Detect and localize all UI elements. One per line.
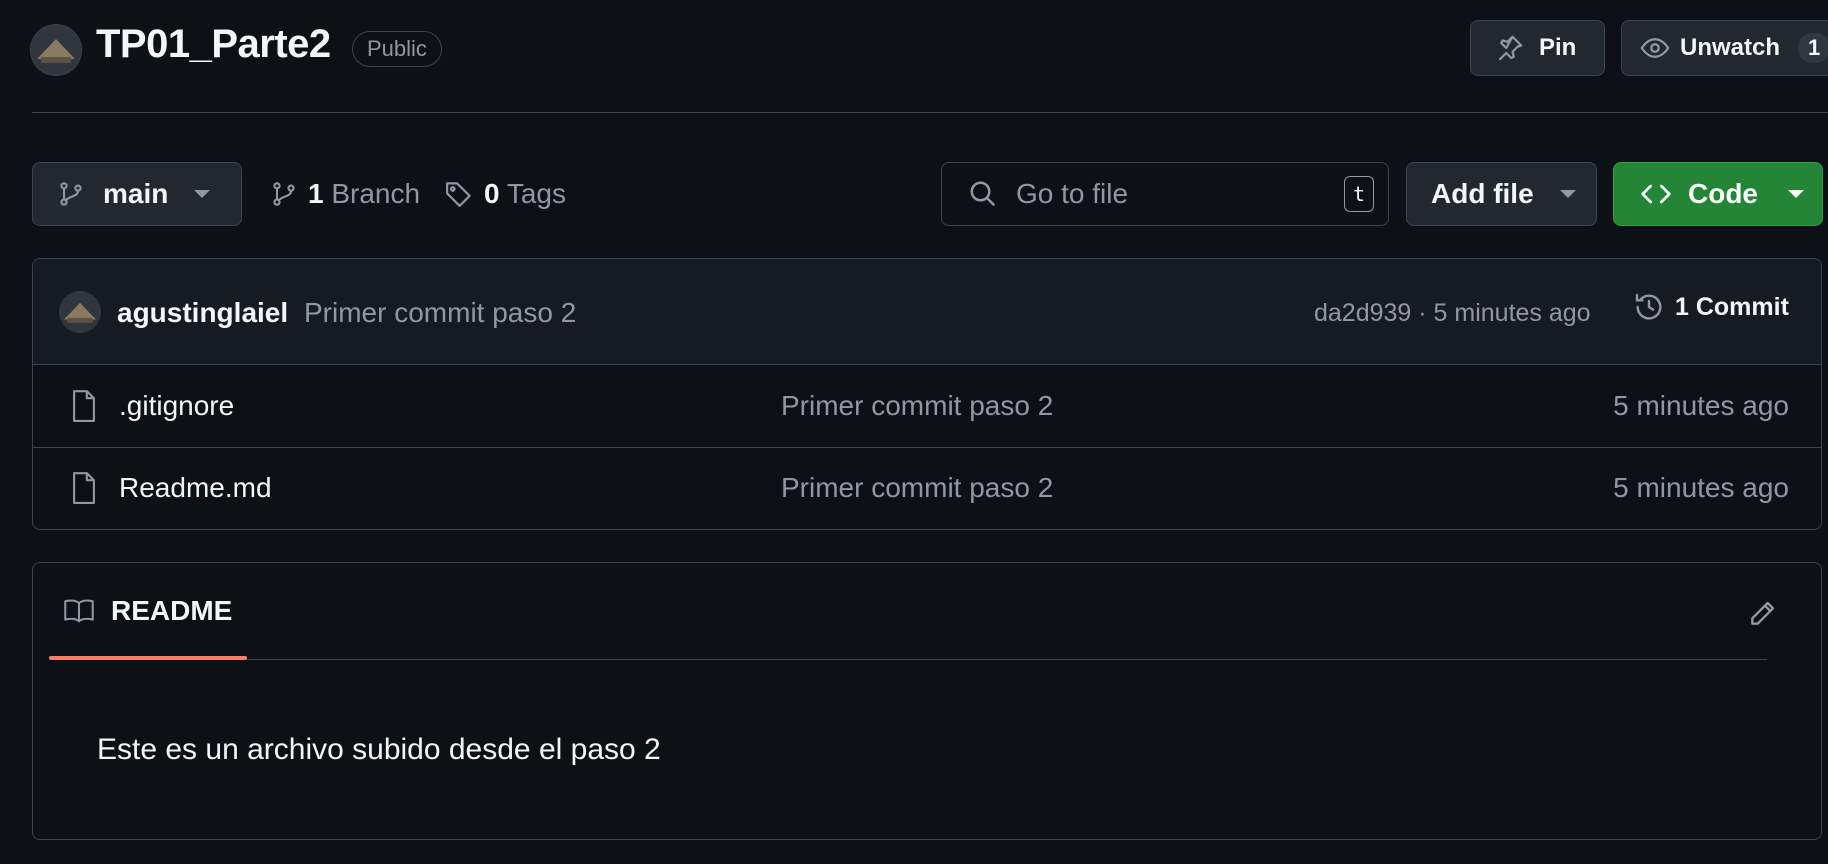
search-placeholder: Go to file <box>1016 178 1129 209</box>
history-icon <box>1633 291 1665 323</box>
code-icon <box>1640 178 1672 210</box>
branch-name: main <box>103 178 169 209</box>
commit-sha-time[interactable]: da2d939 · 5 minutes ago <box>1314 299 1591 328</box>
unwatch-button[interactable]: Unwatch 1 <box>1621 20 1828 76</box>
unwatch-label: Unwatch <box>1680 34 1781 61</box>
avatar-image <box>31 25 81 75</box>
readme-divider <box>247 659 1767 660</box>
file-icon <box>69 471 99 505</box>
commit-message[interactable]: Primer commit paso 2 <box>304 297 576 329</box>
latest-commit-bar: agustinglaiel Primer commit paso 2 da2d9… <box>33 259 1821 365</box>
pencil-icon[interactable] <box>1747 597 1779 629</box>
avatar-image <box>59 291 101 333</box>
branch-selector[interactable]: main <box>32 162 242 226</box>
repo-title[interactable]: TP01_Parte2 <box>96 22 331 67</box>
file-icon <box>69 389 99 423</box>
tab-readme[interactable]: README <box>49 563 247 659</box>
pin-label: Pin <box>1539 34 1577 61</box>
eye-icon <box>1640 33 1670 63</box>
file-name[interactable]: .gitignore <box>119 390 234 422</box>
git-branch-icon <box>270 180 298 208</box>
file-commit-time: 5 minutes ago <box>1613 390 1789 421</box>
chevron-down-icon <box>194 190 211 198</box>
commits-history-link[interactable]: 1 Commit <box>1633 291 1789 323</box>
file-commit-message[interactable]: Primer commit paso 2 <box>781 390 1053 422</box>
code-label: Code <box>1688 178 1758 209</box>
active-tab-indicator <box>49 656 247 660</box>
header-divider <box>32 112 1828 113</box>
search-icon <box>968 179 998 209</box>
pin-icon <box>1495 33 1525 63</box>
commit-author[interactable]: agustinglaiel <box>117 297 288 329</box>
commits-label: 1 Commit <box>1675 292 1789 321</box>
tags-label: Tags <box>506 178 567 209</box>
readme-tab-label: README <box>111 595 233 626</box>
readme-content: Este es un archivo subido desde el paso … <box>97 733 661 766</box>
code-button[interactable]: Code <box>1613 162 1823 226</box>
add-file-label: Add file <box>1431 178 1534 209</box>
git-branch-icon <box>57 180 85 208</box>
tag-icon <box>444 179 474 209</box>
book-icon <box>63 597 95 625</box>
file-commit-message[interactable]: Primer commit paso 2 <box>781 472 1053 504</box>
add-file-button[interactable]: Add file <box>1406 162 1597 226</box>
tags-link[interactable]: 0 Tags <box>444 178 566 210</box>
search-shortcut-key: t <box>1344 176 1374 212</box>
commit-author-avatar[interactable] <box>59 291 101 333</box>
tags-count: 0 <box>484 178 500 209</box>
file-row[interactable]: .gitignore Primer commit paso 2 5 minute… <box>33 365 1821 448</box>
readme-panel: README Este es un archivo subido desde e… <box>32 562 1822 840</box>
branches-count: 1 <box>308 178 324 209</box>
pin-button[interactable]: Pin <box>1470 20 1605 76</box>
file-table: agustinglaiel Primer commit paso 2 da2d9… <box>32 258 1822 530</box>
branches-link[interactable]: 1 Branch <box>270 178 420 210</box>
file-commit-time: 5 minutes ago <box>1613 472 1789 503</box>
visibility-badge: Public <box>352 31 442 67</box>
file-row[interactable]: Readme.md Primer commit paso 2 5 minutes… <box>33 447 1821 529</box>
watch-count: 1 <box>1798 33 1828 63</box>
branches-label: Branch <box>331 178 421 209</box>
chevron-down-icon <box>1559 190 1576 198</box>
go-to-file-search[interactable]: Go to file t <box>941 162 1389 226</box>
owner-avatar[interactable] <box>30 24 82 76</box>
file-name[interactable]: Readme.md <box>119 472 272 504</box>
chevron-down-icon <box>1788 190 1804 198</box>
